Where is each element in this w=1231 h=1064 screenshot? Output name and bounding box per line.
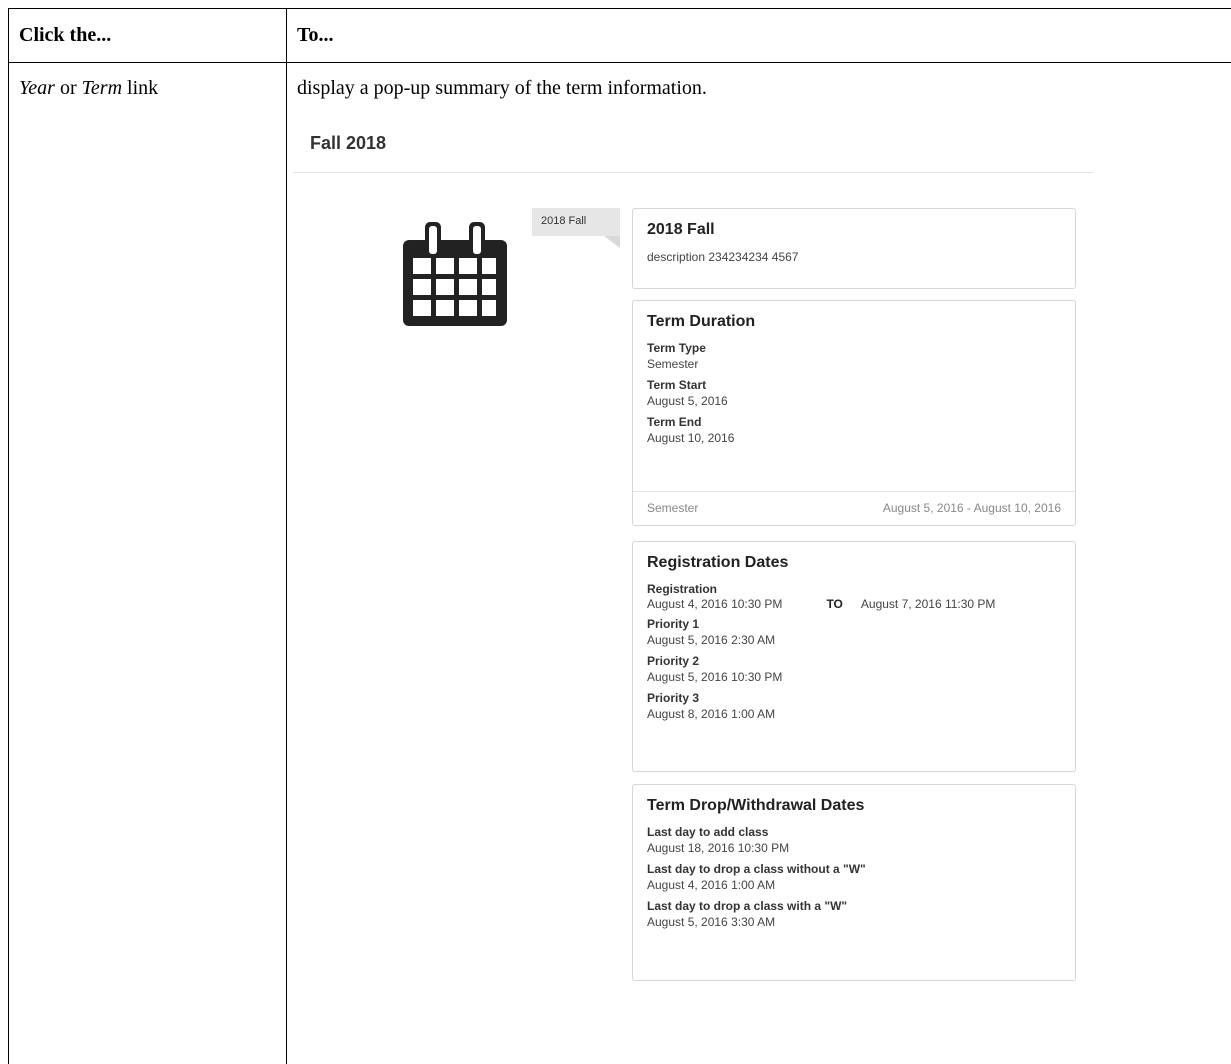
cell-action: Year or Term link xyxy=(9,63,287,1064)
priority-1-label: Priority 1 xyxy=(647,617,700,631)
summary-card: 2018 Fall description 234234234 4567 xyxy=(632,208,1076,289)
term-tag: 2018 Fall xyxy=(532,208,620,236)
duration-heading: Term Duration xyxy=(647,313,756,330)
result-text: display a pop-up summary of the term inf… xyxy=(297,77,707,99)
or-text: or xyxy=(54,77,82,99)
term-type-value: Semester xyxy=(647,357,699,371)
registration-heading: Registration Dates xyxy=(647,554,789,571)
calendar-icon xyxy=(403,222,507,326)
registration-start: August 4, 2016 10:30 PM xyxy=(647,597,783,611)
drop-without-w-value: August 4, 2016 1:00 AM xyxy=(647,878,776,892)
footer-date-range: August 5, 2016 - August 10, 2016 xyxy=(882,501,1061,515)
term-end-value: August 10, 2016 xyxy=(647,431,735,445)
priority-3-label: Priority 3 xyxy=(647,691,700,705)
year-text: Year xyxy=(19,77,55,99)
term-start-label: Term Start xyxy=(647,378,707,392)
term-text: Term xyxy=(81,77,123,99)
term-duration-card: Term Duration Term Type Semester Term St… xyxy=(632,300,1076,526)
title-divider xyxy=(293,172,1093,173)
drop-withdrawal-card: Term Drop/Withdrawal Dates Last day to a… xyxy=(632,784,1076,981)
table-header-row: Click the... To... xyxy=(9,9,1231,63)
link-text: link xyxy=(122,77,159,99)
term-popup-screenshot: Fall 2018 2018 Fall 2018 Fall descriptio… xyxy=(285,128,1185,1008)
registration-dates-card: Registration Dates Registration August 4… xyxy=(632,541,1076,772)
drop-with-w-label: Last day to drop a class with a "W" xyxy=(647,899,848,913)
drop-heading: Term Drop/Withdrawal Dates xyxy=(647,797,865,814)
summary-description: description 234234234 4567 xyxy=(647,250,799,264)
drop-without-w-label: Last day to drop a class without a "W" xyxy=(647,862,866,876)
priority-3-value: August 8, 2016 1:00 AM xyxy=(647,707,776,721)
priority-2-label: Priority 2 xyxy=(647,654,700,668)
registration-to: TO xyxy=(826,597,843,611)
duration-footer: Semester August 5, 2016 - August 10, 201… xyxy=(633,491,1075,525)
priority-1-value: August 5, 2016 2:30 AM xyxy=(647,633,776,647)
drop-with-w-value: August 5, 2016 3:30 AM xyxy=(647,915,776,929)
summary-heading: 2018 Fall xyxy=(647,221,715,238)
term-type-label: Term Type xyxy=(647,341,706,355)
header-click-the: Click the... xyxy=(9,9,287,63)
registration-label: Registration xyxy=(647,582,718,596)
footer-term-type: Semester xyxy=(647,501,699,515)
add-class-value: August 18, 2016 10:30 PM xyxy=(647,841,790,855)
registration-end: August 7, 2016 11:30 PM xyxy=(860,597,996,611)
header-to: To... xyxy=(287,9,1231,63)
term-start-value: August 5, 2016 xyxy=(647,394,728,408)
priority-2-value: August 5, 2016 10:30 PM xyxy=(647,670,783,684)
popup-title: Fall 2018 xyxy=(310,133,387,153)
add-class-label: Last day to add class xyxy=(647,825,769,839)
term-end-label: Term End xyxy=(647,415,702,429)
tag-pointer xyxy=(604,236,620,248)
registration-range: August 4, 2016 10:30 PM TO August 7, 201… xyxy=(647,597,1061,611)
